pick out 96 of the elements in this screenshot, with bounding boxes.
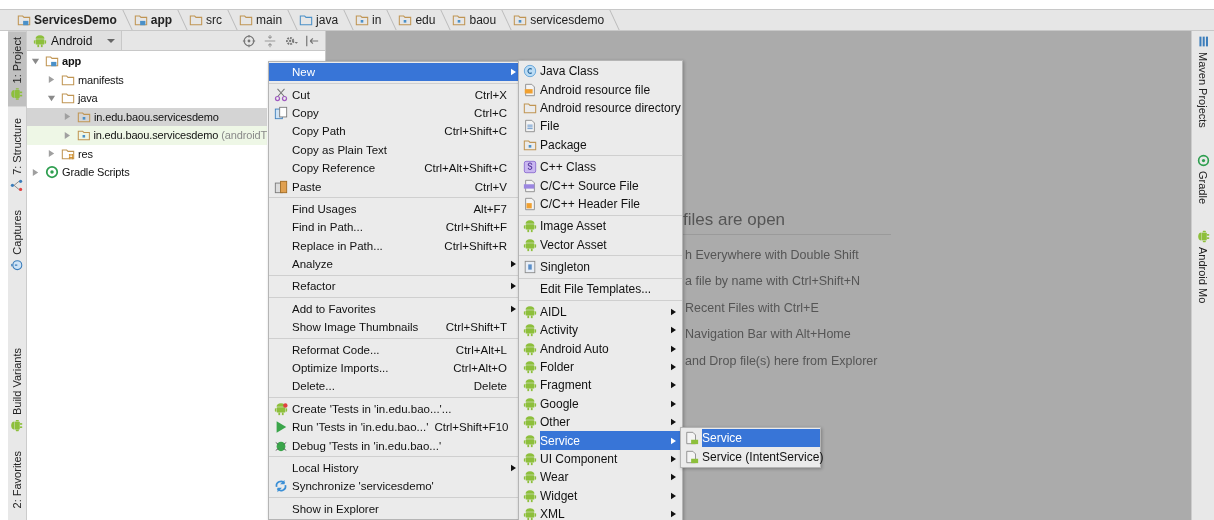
editor-hint: a file by name with Ctrl+Shift+N <box>684 274 862 291</box>
menu-item[interactable]: Debug 'Tests in 'in.edu.bao...' <box>269 436 522 455</box>
tool-window-tab[interactable]: Captures <box>8 204 26 278</box>
tree-label-suffix: (androidT <box>221 129 267 142</box>
shortcut-text: Ctrl+Shift+T <box>444 321 508 334</box>
breadcrumb[interactable]: src <box>186 13 226 27</box>
breadcrumb[interactable]: servicesdemo <box>510 13 608 27</box>
tree-label: Gradle Scripts <box>62 166 130 179</box>
tool-window-tab[interactable]: Build Variants <box>8 342 26 439</box>
tool-window-tab[interactable]: 2: Favorites <box>8 444 26 514</box>
editor-hint: Navigation Bar with Alt+Home <box>684 327 852 344</box>
menu-item[interactable]: Image Asset <box>519 217 682 236</box>
tool-window-tab[interactable]: Maven Projects <box>1196 31 1210 132</box>
tool-window-tab[interactable]: 1: Project <box>8 31 26 107</box>
tree-label: manifests <box>78 73 124 86</box>
menu-item[interactable]: Other <box>519 413 682 432</box>
menu-item[interactable]: Local History <box>269 458 522 478</box>
menu-item[interactable]: Delete... Delete <box>269 377 522 396</box>
menu-item[interactable]: Activity <box>519 321 682 340</box>
shortcut-text: Ctrl+Alt+Shift+C <box>423 162 508 175</box>
editor-hint: Recent Files with Ctrl+E <box>684 300 820 317</box>
menu-item[interactable]: C/C++ Header File <box>519 194 682 214</box>
menu-item[interactable]: Replace in Path... Ctrl+Shift+R <box>269 236 522 255</box>
tree-row[interactable]: java <box>27 89 267 108</box>
tree-row[interactable]: Gradle Scripts <box>27 163 267 182</box>
menu-item[interactable]: Singleton <box>519 257 682 277</box>
shortcut-text: Ctrl+Alt+O <box>452 362 508 375</box>
menu-item[interactable]: C++ Class <box>519 157 682 177</box>
tree-label: in.edu.baou.servicesdemo <box>94 110 219 123</box>
tree-label: java <box>78 92 98 105</box>
menu-item[interactable]: Copy Ctrl+C <box>269 103 522 123</box>
shortcut-text: Ctrl+V <box>473 180 508 193</box>
tree-label: in.edu.baou.servicesdemo <box>93 129 219 142</box>
tool-window-tab[interactable]: 7: Structure <box>8 112 26 199</box>
menu-item[interactable]: Run 'Tests in 'in.edu.bao...' Ctrl+Shift+F10 <box>269 418 522 437</box>
breadcrumb[interactable]: java <box>296 13 342 27</box>
menu-item[interactable]: Android resource directory <box>519 98 682 118</box>
menu-item[interactable]: Fragment <box>519 376 682 395</box>
shortcut-text: Delete <box>472 380 508 393</box>
menu-item[interactable]: AIDL <box>519 302 682 322</box>
menu-item[interactable]: Copy Path Ctrl+Shift+C <box>269 122 522 141</box>
menu-item[interactable]: File <box>519 117 682 136</box>
shortcut-text: Ctrl+X <box>473 88 508 101</box>
tree-row[interactable]: app <box>27 52 267 71</box>
menu-item[interactable]: Show Image Thumbnails Ctrl+Shift+T <box>269 318 522 337</box>
menu-item[interactable]: Android resource file <box>519 80 682 99</box>
breadcrumb[interactable]: in <box>352 13 385 27</box>
menu-item[interactable]: Edit File Templates... <box>519 280 682 299</box>
menu-item[interactable]: Folder <box>519 357 682 377</box>
menu-item[interactable]: Optimize Imports... Ctrl+Alt+O <box>269 358 522 378</box>
menu-item[interactable]: C/C++ Source File <box>519 176 682 195</box>
tree-label: res <box>78 147 93 160</box>
menu-item[interactable]: Add to Favorites <box>269 299 522 319</box>
menu-item[interactable]: Create 'Tests in 'in.edu.bao...'... <box>269 399 522 419</box>
menu-item[interactable]: Copy as Plain Text <box>269 140 522 159</box>
menu-item[interactable]: Find Usages Alt+F7 <box>269 199 522 219</box>
editor-hint: and Drop file(s) here from Explorer <box>684 353 879 370</box>
breadcrumb[interactable]: baou <box>449 13 500 27</box>
menu-item[interactable]: Widget <box>519 486 682 505</box>
menu-item[interactable]: Reformat Code... Ctrl+Alt+L <box>269 340 522 359</box>
breadcrumb[interactable]: edu <box>395 13 439 27</box>
shortcut-text: Ctrl+Alt+L <box>454 343 508 356</box>
menu-item[interactable]: Android Auto <box>519 339 682 358</box>
menu-item[interactable]: Cut Ctrl+X <box>269 85 522 104</box>
tool-window-tab[interactable]: Android Mo <box>1196 225 1210 308</box>
view-selector[interactable]: Android <box>27 31 122 50</box>
editor-hint: h Everywhere with Double Shift <box>684 248 860 264</box>
shortcut-text: Ctrl+Shift+F <box>444 221 508 234</box>
menu-item[interactable]: Find in Path... Ctrl+Shift+F <box>269 218 522 237</box>
shortcut-text: Ctrl+Shift+R <box>443 239 508 252</box>
menu-item[interactable]: Show in Explorer <box>269 499 522 518</box>
menu-item[interactable]: Google <box>519 394 682 414</box>
shortcut-text: Ctrl+C <box>473 106 508 119</box>
menu-item[interactable]: Refactor <box>269 277 522 296</box>
menu-item[interactable]: Vector Asset <box>519 235 682 254</box>
menu-item[interactable]: UI Component <box>519 449 682 469</box>
menu-item[interactable]: Wear <box>519 468 682 487</box>
menu-item[interactable]: Paste Ctrl+V <box>269 177 522 196</box>
tree-row[interactable]: res <box>27 144 267 163</box>
tree-label: app <box>62 55 82 68</box>
tool-window-tab[interactable]: Gradle <box>1196 149 1210 208</box>
menu-item[interactable]: Synchronize 'servicesdemo' <box>269 477 522 496</box>
shortcut-text: Ctrl+Shift+C <box>443 125 508 138</box>
shortcut-text: Ctrl+Shift+F10 <box>433 421 510 434</box>
menu-item[interactable]: Package <box>519 135 682 154</box>
shortcut-text: Alt+F7 <box>472 202 508 215</box>
breadcrumb[interactable]: ServicesDemo <box>14 13 120 27</box>
menu-item[interactable]: Analyze <box>269 254 522 274</box>
menu-item[interactable]: Java Class <box>519 62 682 81</box>
tree-row[interactable]: in.edu.baou.servicesdemo <box>27 107 267 126</box>
tree-row[interactable]: manifests <box>27 70 267 89</box>
menu-item[interactable]: Copy Reference Ctrl+Alt+Shift+C <box>269 158 522 178</box>
breadcrumb[interactable]: app <box>130 13 176 27</box>
breadcrumb[interactable]: main <box>236 13 286 27</box>
menu-item[interactable]: XML <box>519 505 682 520</box>
tree-row[interactable]: in.edu.baou.servicesdemo (androidT <box>27 126 267 145</box>
